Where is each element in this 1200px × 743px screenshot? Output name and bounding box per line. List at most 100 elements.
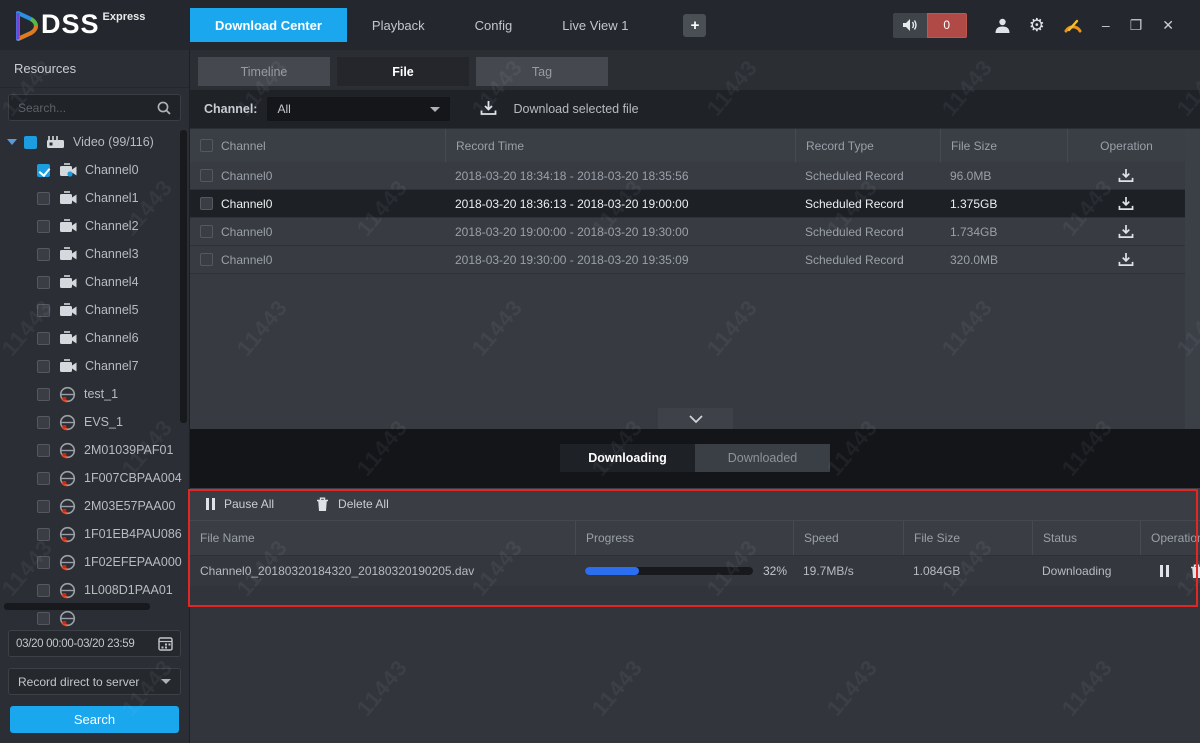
tree-item[interactable]: Channel6 (0, 324, 185, 352)
item-checkbox[interactable] (37, 612, 50, 625)
tab-downloaded[interactable]: Downloaded (695, 444, 830, 472)
speaker-icon[interactable] (893, 13, 927, 38)
cell-file-size: 1.734GB (940, 218, 1067, 245)
item-checkbox[interactable] (37, 472, 50, 485)
collapse-panel-button[interactable] (658, 408, 733, 429)
device-icon (59, 582, 76, 599)
download-row[interactable]: Channel0_20180320184320_20180320190205.d… (190, 555, 1200, 586)
tree-item[interactable]: EVS_1 (0, 408, 185, 436)
tab-file[interactable]: File (337, 57, 469, 86)
tree-horizontal-scrollbar[interactable] (4, 603, 150, 610)
tab-download-center[interactable]: Download Center (190, 8, 347, 42)
tree-item[interactable]: 1F007CBPAA004 (0, 464, 185, 492)
item-checkbox[interactable] (37, 444, 50, 457)
chevron-down-icon (430, 107, 440, 112)
col-dl-file-size: File Size (903, 521, 1032, 555)
tree-vertical-scrollbar[interactable] (180, 130, 187, 423)
tree-item[interactable]: 1L008D1PAA01 (0, 576, 185, 604)
expand-triangle-icon[interactable] (7, 139, 17, 145)
camera-channel-icon (59, 303, 77, 317)
item-checkbox[interactable] (37, 416, 50, 429)
item-checkbox[interactable] (37, 388, 50, 401)
alarm-count-badge: 0 (927, 13, 967, 38)
cell-size: 1.084GB (903, 556, 1032, 586)
pause-all-button[interactable]: Pause All (206, 497, 274, 511)
delete-all-button[interactable]: Delete All (316, 497, 389, 512)
row-checkbox[interactable] (200, 169, 213, 182)
item-checkbox[interactable] (37, 584, 50, 597)
resource-search-input[interactable]: Search... (8, 94, 181, 121)
add-tab-button[interactable]: + (683, 14, 706, 37)
settings-gear-icon[interactable]: ⚙ (1029, 15, 1045, 36)
tree-item[interactable]: Video (99/116) (0, 128, 185, 156)
download-selected-icon[interactable] (480, 100, 497, 119)
camera-channel-icon (59, 247, 77, 261)
device-icon (59, 414, 76, 431)
tree-item[interactable]: 2M01039PAF01 (0, 436, 185, 464)
file-table-row[interactable]: Channel0 2018-03-20 18:34:18 - 2018-03-2… (190, 162, 1185, 190)
download-selected-label[interactable]: Download selected file (513, 102, 638, 116)
item-checkbox[interactable] (37, 360, 50, 373)
file-table-row[interactable]: Channel0 2018-03-20 19:00:00 - 2018-03-2… (190, 218, 1185, 246)
download-icon[interactable] (1118, 196, 1134, 211)
download-icon[interactable] (1118, 252, 1134, 267)
tab-live-view[interactable]: Live View 1 (537, 8, 653, 42)
cell-record-type: Scheduled Record (795, 162, 940, 189)
file-table-scrollbar[interactable] (1185, 129, 1200, 429)
tab-timeline[interactable]: Timeline (198, 57, 330, 86)
tree-item[interactable]: Channel2 (0, 212, 185, 240)
cell-file-size: 96.0MB (940, 162, 1067, 189)
file-table-row[interactable]: Channel0 2018-03-20 18:36:13 - 2018-03-2… (190, 190, 1185, 218)
item-checkbox[interactable] (37, 220, 50, 233)
item-checkbox[interactable] (37, 248, 50, 261)
row-checkbox[interactable] (200, 253, 213, 266)
tree-item[interactable]: Channel5 (0, 296, 185, 324)
close-button[interactable]: ✕ (1162, 17, 1174, 34)
device-icon (59, 498, 76, 515)
item-checkbox[interactable] (37, 528, 50, 541)
tree-item[interactable]: Channel1 (0, 184, 185, 212)
delete-download-icon[interactable] (1190, 564, 1200, 579)
item-checkbox[interactable] (37, 556, 50, 569)
item-checkbox[interactable] (37, 276, 50, 289)
tree-item[interactable]: 1F02EFEPAA000 (0, 548, 185, 576)
user-icon[interactable] (994, 17, 1011, 34)
download-icon[interactable] (1118, 224, 1134, 239)
cell-record-type: Scheduled Record (795, 190, 940, 217)
channel-select[interactable]: All (267, 97, 450, 121)
tree-item[interactable]: Channel3 (0, 240, 185, 268)
select-all-checkbox[interactable] (200, 139, 213, 152)
pause-download-icon[interactable] (1160, 565, 1169, 577)
tree-item[interactable]: Channel0 (0, 156, 185, 184)
item-checkbox[interactable] (37, 332, 50, 345)
chevron-down-icon (161, 679, 171, 684)
pause-all-label: Pause All (224, 497, 274, 511)
item-checkbox[interactable] (24, 136, 37, 149)
tab-playback[interactable]: Playback (347, 8, 450, 42)
item-checkbox[interactable] (37, 192, 50, 205)
record-source-select[interactable]: Record direct to server (8, 668, 181, 695)
performance-gauge-icon[interactable] (1063, 17, 1083, 33)
row-checkbox[interactable] (200, 197, 213, 210)
tab-downloading[interactable]: Downloading (560, 444, 695, 472)
minimize-button[interactable]: – (1102, 17, 1110, 33)
tree-item[interactable]: Channel4 (0, 268, 185, 296)
tree-item[interactable]: test_1 (0, 380, 185, 408)
alarm-center[interactable]: 0 (893, 13, 967, 38)
item-checkbox[interactable] (37, 164, 50, 177)
tree-item[interactable]: 1F01EB4PAU086 (0, 520, 185, 548)
tab-tag[interactable]: Tag (476, 57, 608, 86)
time-range-field[interactable]: 03/20 00:00-03/20 23:59 (8, 630, 181, 657)
tab-config[interactable]: Config (450, 8, 538, 42)
download-icon[interactable] (1118, 168, 1134, 183)
maximize-button[interactable]: ❐ (1130, 17, 1143, 34)
downloads-tab-band: Downloading Downloaded (190, 429, 1200, 488)
row-checkbox[interactable] (200, 225, 213, 238)
tree-item[interactable]: 2M03E57PAA00 (0, 492, 185, 520)
search-button[interactable]: Search (10, 706, 179, 733)
item-checkbox[interactable] (37, 500, 50, 513)
tree-item[interactable]: Channel7 (0, 352, 185, 380)
item-label: 1F02EFEPAA000 (84, 555, 182, 569)
file-table-row[interactable]: Channel0 2018-03-20 19:30:00 - 2018-03-2… (190, 246, 1185, 274)
item-checkbox[interactable] (37, 304, 50, 317)
